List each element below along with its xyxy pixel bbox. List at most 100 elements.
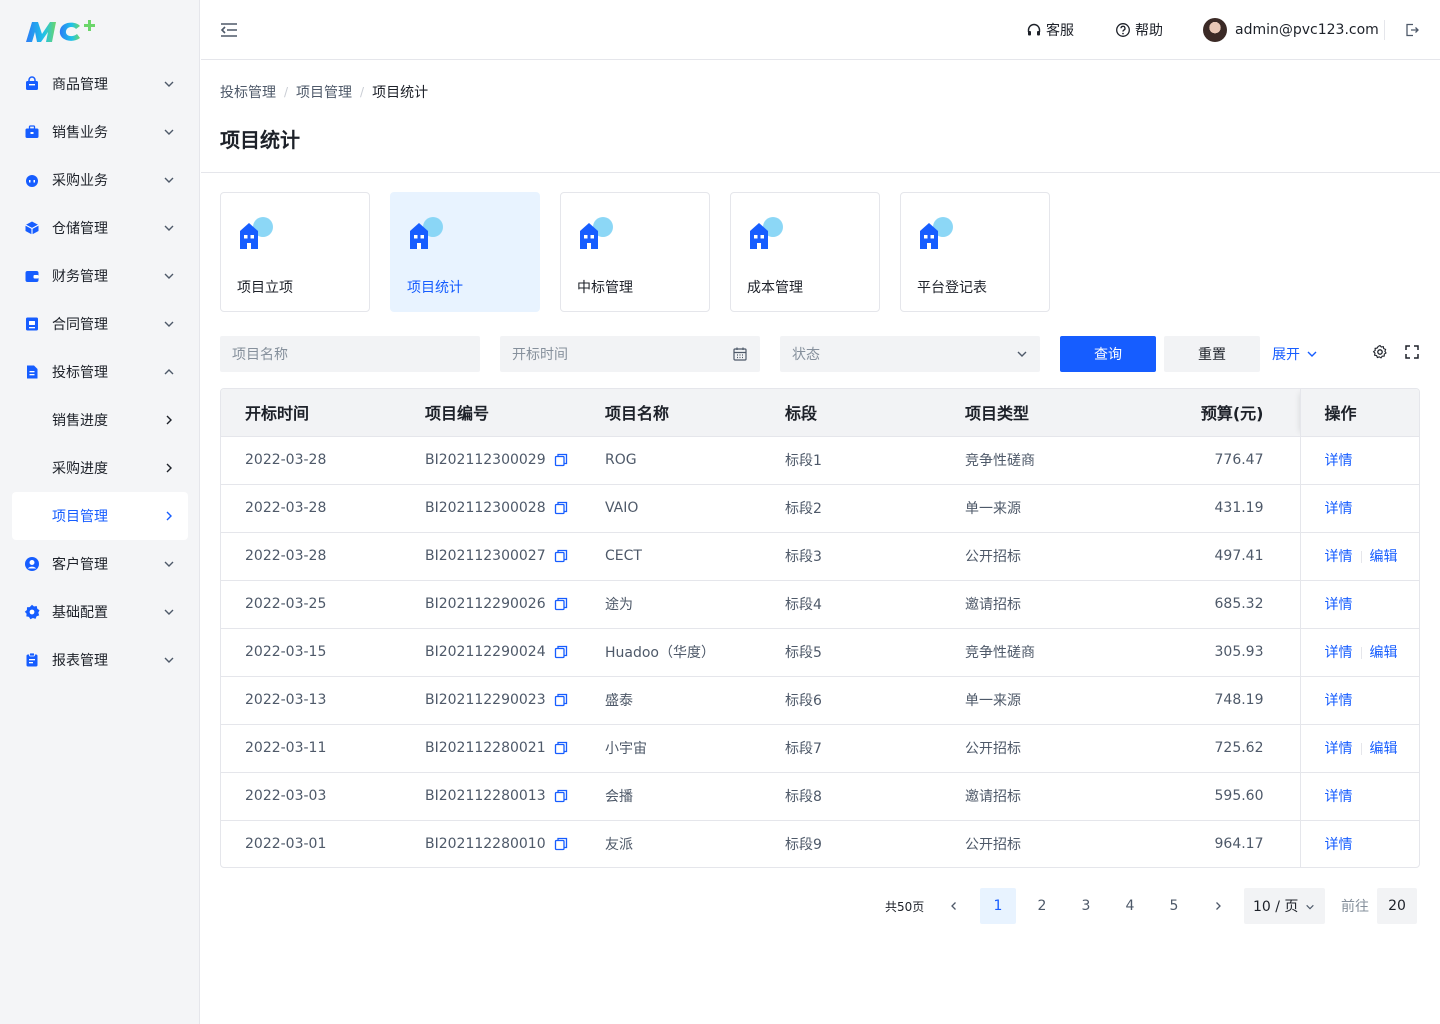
sidebar-item[interactable]: 基础配置 <box>12 588 188 636</box>
building-icon <box>240 217 273 249</box>
page-number-button[interactable]: 2 <box>1024 888 1060 924</box>
wallet-icon <box>25 271 39 282</box>
sidebar-subitem[interactable]: 项目管理 <box>12 492 188 540</box>
sidebar-item[interactable]: 投标管理 <box>12 348 188 396</box>
copy-icon[interactable] <box>554 837 568 851</box>
bid-time-picker[interactable]: 开标时间 <box>500 336 760 372</box>
sidebar-item[interactable]: 报表管理 <box>12 636 188 684</box>
detail-link[interactable]: 详情 <box>1325 501 1353 517</box>
copy-icon[interactable] <box>554 645 568 659</box>
building-icon <box>580 217 613 249</box>
edit-link[interactable]: 编辑 <box>1370 645 1398 661</box>
copy-icon[interactable] <box>554 789 568 803</box>
menu-collapse-icon[interactable] <box>219 20 239 40</box>
page-number-button[interactable]: 5 <box>1156 888 1192 924</box>
detail-link[interactable]: 详情 <box>1325 453 1353 469</box>
page-title: 项目统计 <box>220 128 300 152</box>
section-cell: 标段9 <box>761 819 941 867</box>
table-header-row: 开标时间 项目编号 项目名称 标段 项目类型 预算(元) 操作 <box>221 389 1419 436</box>
chevron-right-icon <box>1216 902 1221 910</box>
status-select[interactable]: 状态 <box>780 336 1040 372</box>
detail-link[interactable]: 详情 <box>1325 741 1353 757</box>
budget-cell: 305.93 <box>1121 627 1300 676</box>
detail-link[interactable]: 详情 <box>1325 693 1353 709</box>
bid-time-cell: 2022-03-15 <box>221 627 401 676</box>
chevron-down-icon <box>164 177 174 183</box>
sidebar-item-label: 商品管理 <box>52 77 108 93</box>
category-card[interactable]: 项目立项 <box>220 192 370 312</box>
sidebar-item[interactable]: 销售业务 <box>12 108 188 156</box>
page-size-select[interactable]: 10 / 页 <box>1244 888 1325 924</box>
project-type-cell: 竞争性磋商 <box>941 627 1121 676</box>
help-button[interactable]: 帮助 <box>1115 0 1163 60</box>
column-settings-icon[interactable] <box>1372 344 1388 360</box>
sidebar-item[interactable]: 商品管理 <box>12 60 188 108</box>
sidebar-subitem[interactable]: 采购进度 <box>12 444 188 492</box>
copy-icon[interactable] <box>554 453 568 467</box>
copy-icon[interactable] <box>554 597 568 611</box>
detail-link[interactable]: 详情 <box>1325 597 1353 613</box>
project-code: BI202112290024 <box>425 644 546 660</box>
copy-icon[interactable] <box>554 501 568 515</box>
sidebar-item[interactable]: 采购业务 <box>12 156 188 204</box>
table-row: 2022-03-01 BI202112280010 友派 标段9 公开招标 964.17 详… <box>221 819 1419 867</box>
column-header: 开标时间 <box>245 404 310 424</box>
edit-link[interactable]: 编辑 <box>1370 741 1398 757</box>
operations-cell: 详情 <box>1299 819 1419 867</box>
project-code: BI202112290023 <box>425 692 546 708</box>
next-page-button[interactable] <box>1200 888 1236 924</box>
detail-link[interactable]: 详情 <box>1325 789 1353 805</box>
chevron-down-icon <box>164 561 174 567</box>
project-name-cell: 友派 <box>581 819 761 867</box>
prev-page-button[interactable] <box>936 888 972 924</box>
project-code: BI202112280013 <box>425 788 546 804</box>
sidebar-item[interactable]: 客户管理 <box>12 540 188 588</box>
table-row: 2022-03-11 BI202112280021 小宇宙 标段7 公开招标 725.62… <box>221 723 1419 772</box>
sidebar-item-label: 报表管理 <box>52 653 108 669</box>
project-code-cell: BI202112290024 <box>401 627 581 676</box>
goto-page-input[interactable]: 20 <box>1377 888 1417 924</box>
user-circle-icon <box>25 557 39 571</box>
category-card[interactable]: 平台登记表 <box>900 192 1050 312</box>
fullscreen-icon[interactable] <box>1404 344 1420 360</box>
sidebar-item[interactable]: 仓储管理 <box>12 204 188 252</box>
sidebar-item[interactable]: 财务管理 <box>12 252 188 300</box>
reset-button[interactable]: 重置 <box>1164 336 1260 372</box>
page-number-button[interactable]: 3 <box>1068 888 1104 924</box>
logout-button[interactable] <box>1404 0 1424 60</box>
detail-link[interactable]: 详情 <box>1325 645 1353 661</box>
category-card[interactable]: 项目统计 <box>390 192 540 312</box>
customer-service-button[interactable]: 客服 <box>1026 0 1074 60</box>
category-card[interactable]: 成本管理 <box>730 192 880 312</box>
copy-icon[interactable] <box>554 741 568 755</box>
project-name-input[interactable]: 项目名称 <box>220 336 480 372</box>
sidebar-subitem[interactable]: 销售进度 <box>12 396 188 444</box>
bid-time-placeholder: 开标时间 <box>512 347 568 363</box>
page-number-button[interactable]: 1 <box>980 888 1016 924</box>
project-code: BI202112300028 <box>425 500 546 516</box>
project-code-cell: BI202112280010 <box>401 819 581 867</box>
sidebar-item-label: 客户管理 <box>52 557 108 573</box>
breadcrumb-separator: / <box>360 85 365 99</box>
edit-link[interactable]: 编辑 <box>1370 549 1398 565</box>
project-code: BI202112290026 <box>425 596 546 612</box>
user-menu[interactable]: admin@pvc123.com <box>1203 0 1379 60</box>
project-name-cell: 会播 <box>581 771 761 820</box>
budget-cell: 685.32 <box>1121 579 1300 628</box>
sidebar-item[interactable]: 合同管理 <box>12 300 188 348</box>
column-header: 项目名称 <box>605 404 670 424</box>
copy-icon[interactable] <box>554 693 568 707</box>
chevron-down-icon <box>164 225 174 231</box>
operations-cell: 详情 编辑 <box>1299 531 1419 580</box>
project-name-cell: Huadoo（华度） <box>581 627 761 676</box>
copy-icon[interactable] <box>554 549 568 563</box>
breadcrumb-item[interactable]: 投标管理 <box>220 82 276 102</box>
detail-link[interactable]: 详情 <box>1325 837 1353 853</box>
detail-link[interactable]: 详情 <box>1325 549 1353 565</box>
status-placeholder: 状态 <box>792 347 820 363</box>
expand-filters-button[interactable]: 展开 <box>1272 336 1318 372</box>
query-button[interactable]: 查询 <box>1060 336 1156 372</box>
category-card[interactable]: 中标管理 <box>560 192 710 312</box>
page-number-button[interactable]: 4 <box>1112 888 1148 924</box>
breadcrumb-item[interactable]: 项目管理 <box>296 82 352 102</box>
